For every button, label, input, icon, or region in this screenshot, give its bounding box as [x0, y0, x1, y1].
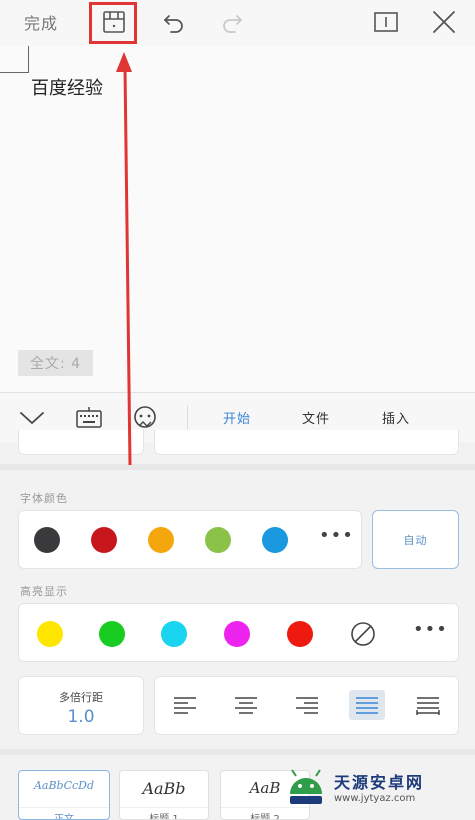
reading-mode-icon	[374, 12, 398, 32]
no-highlight-icon	[351, 622, 375, 646]
font-color-swatch[interactable]	[91, 527, 117, 553]
align-center-button[interactable]	[228, 690, 264, 720]
align-distributed-icon	[416, 697, 440, 715]
section-separator	[0, 464, 475, 470]
align-distributed-button[interactable]	[410, 690, 446, 720]
tab-insert[interactable]: 插入	[382, 408, 410, 427]
align-left-button[interactable]	[167, 690, 203, 720]
highlight-swatch[interactable]	[99, 621, 125, 647]
style-heading-1[interactable]: AaBb 标题 1	[119, 770, 209, 820]
site-watermark: 天源安卓网 www.jytyaz.com	[284, 766, 424, 806]
undo-button[interactable]	[158, 6, 190, 38]
document-text[interactable]: 百度经验	[31, 74, 103, 100]
watermark-title: 天源安卓网	[334, 772, 425, 792]
style-name: 正文	[19, 807, 109, 819]
style-normal[interactable]: AaBbCcDd 正文	[18, 770, 110, 820]
tab-start[interactable]: 开始	[223, 408, 251, 427]
tab-file[interactable]: 文件	[302, 408, 330, 427]
font-color-swatch[interactable]	[205, 527, 231, 553]
annotation-highlight-box	[89, 2, 137, 44]
line-spacing-label: 多倍行距	[59, 691, 103, 704]
close-icon	[433, 11, 455, 33]
align-left-icon	[174, 697, 196, 714]
font-color-swatch[interactable]	[262, 527, 288, 553]
partial-card	[154, 430, 459, 455]
partial-card	[18, 430, 144, 455]
top-toolbar: 完成	[0, 0, 475, 46]
undo-icon	[164, 15, 183, 33]
assistant-button[interactable]	[130, 403, 160, 433]
collapse-panel-button[interactable]	[17, 403, 47, 433]
highlight-swatch[interactable]	[161, 621, 187, 647]
android-logo-icon	[290, 769, 322, 804]
word-count-badge: 全文: 4	[18, 350, 93, 376]
section-separator	[0, 749, 475, 755]
style-name: 标题 2	[221, 807, 309, 819]
font-color-label: 字体颜色	[20, 492, 68, 505]
align-right-icon	[296, 697, 318, 714]
font-color-swatch[interactable]	[148, 527, 174, 553]
tab-divider	[187, 405, 188, 429]
style-sample: AaBbCcDd	[33, 779, 95, 792]
line-spacing-button[interactable]: 多倍行距 1.0	[18, 676, 144, 735]
voice-assistant-icon	[134, 406, 156, 428]
reading-mode-button[interactable]	[370, 6, 402, 38]
more-font-colors-button[interactable]: •••	[319, 525, 354, 546]
highlight-swatches: •••	[18, 603, 459, 662]
keyboard-button[interactable]	[74, 403, 104, 433]
redo-icon	[223, 15, 242, 33]
align-right-button[interactable]	[289, 690, 325, 720]
keyboard-icon	[76, 407, 102, 428]
highlight-swatch[interactable]	[37, 621, 63, 647]
font-color-swatch[interactable]	[34, 527, 60, 553]
document-canvas[interactable]: 百度经验 全文: 4	[0, 46, 475, 392]
highlight-label: 高亮显示	[20, 585, 68, 598]
close-button[interactable]	[428, 6, 460, 38]
redo-button[interactable]	[216, 6, 248, 38]
font-color-swatches: •••	[18, 510, 362, 569]
align-center-icon	[235, 697, 257, 714]
highlight-swatch[interactable]	[287, 621, 313, 647]
line-spacing-value: 1.0	[67, 707, 95, 727]
page-margin-marker	[0, 46, 29, 73]
align-justify-button[interactable]	[349, 690, 385, 720]
format-panel: 字体颜色 ••• 自动 高亮显示 ••• 多倍行距 1.0 AaBbCcDd 正…	[0, 430, 475, 820]
style-sample: AaBb	[142, 779, 186, 798]
highlight-swatch[interactable]	[224, 621, 250, 647]
no-highlight-button[interactable]	[349, 620, 377, 652]
more-highlight-colors-button[interactable]: •••	[413, 619, 448, 640]
auto-color-button[interactable]: 自动	[372, 510, 459, 569]
done-button[interactable]: 完成	[24, 10, 58, 34]
style-name: 标题 1	[120, 807, 208, 819]
align-justify-icon	[356, 697, 378, 714]
watermark-url: www.jytyaz.com	[334, 792, 416, 804]
chevron-down-icon	[20, 412, 44, 424]
